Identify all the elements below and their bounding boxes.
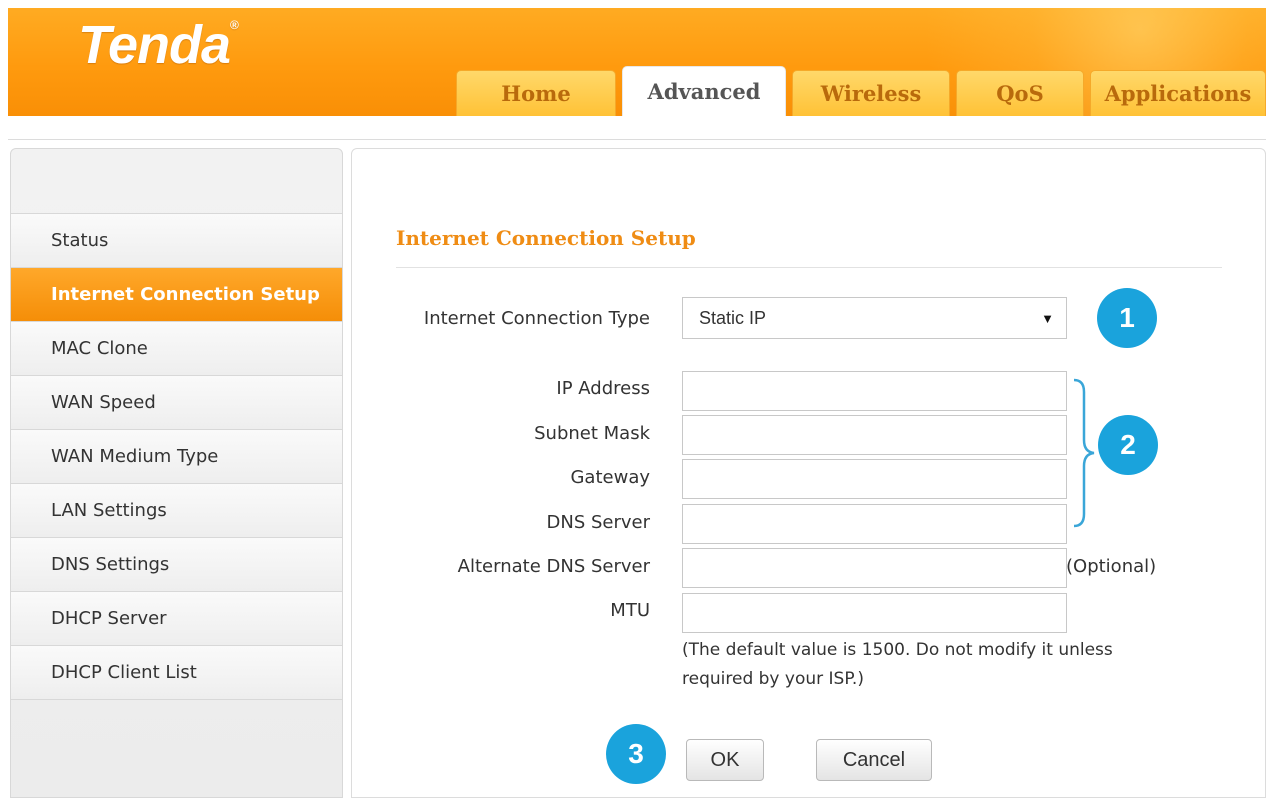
sidebar-item-wan-medium-type[interactable]: WAN Medium Type: [11, 430, 342, 484]
mtu-label: MTU: [610, 600, 650, 621]
page-title: Internet Connection Setup: [396, 226, 696, 250]
registered-mark: ®: [230, 18, 239, 32]
ok-button[interactable]: OK: [686, 739, 764, 781]
sidebar-top-spacer: [11, 149, 342, 214]
tab-qos[interactable]: QoS: [956, 70, 1084, 116]
ip-address-input[interactable]: [682, 371, 1067, 411]
ip-address-label: IP Address: [556, 378, 650, 399]
dns-server-input[interactable]: [682, 504, 1067, 544]
sidebar-item-internet-connection-setup[interactable]: Internet Connection Setup: [11, 268, 342, 322]
gateway-label: Gateway: [570, 467, 650, 488]
tab-advanced[interactable]: Advanced: [622, 66, 786, 116]
alternate-dns-label: Alternate DNS Server: [457, 556, 650, 577]
subnet-mask-input[interactable]: [682, 415, 1067, 455]
dns-server-label: DNS Server: [546, 512, 651, 533]
alternate-dns-input[interactable]: [682, 548, 1067, 588]
sidebar-item-dhcp-client-list[interactable]: DHCP Client List: [11, 646, 342, 700]
logo-text: Tenda: [78, 15, 231, 75]
sidebar-item-dns-settings[interactable]: DNS Settings: [11, 538, 342, 592]
tab-home[interactable]: Home: [456, 70, 616, 116]
mtu-input[interactable]: [682, 593, 1067, 633]
dropdown-arrow-icon: ▼: [1041, 311, 1054, 326]
header-bar: Tenda® Home Advanced Wireless QoS Applic…: [8, 8, 1266, 116]
cancel-button[interactable]: Cancel: [816, 739, 932, 781]
annotation-badge-3: 3: [606, 724, 666, 784]
subheader-strip: [8, 116, 1266, 140]
tab-wireless[interactable]: Wireless: [792, 70, 950, 116]
sidebar: Status Internet Connection Setup MAC Clo…: [10, 148, 343, 798]
connection-type-select[interactable]: Static IP ▼: [682, 297, 1067, 339]
gateway-input[interactable]: [682, 459, 1067, 499]
connection-type-label: Internet Connection Type: [423, 308, 650, 329]
sidebar-item-lan-settings[interactable]: LAN Settings: [11, 484, 342, 538]
tab-applications[interactable]: Applications: [1090, 70, 1266, 116]
sidebar-item-wan-speed[interactable]: WAN Speed: [11, 376, 342, 430]
sidebar-item-dhcp-server[interactable]: DHCP Server: [11, 592, 342, 646]
grouping-brace-icon: [1073, 378, 1095, 528]
sidebar-item-mac-clone[interactable]: MAC Clone: [11, 322, 342, 376]
subnet-mask-label: Subnet Mask: [534, 423, 650, 444]
annotation-badge-1: 1: [1097, 288, 1157, 348]
optional-note: (Optional): [1066, 556, 1157, 577]
title-divider: [396, 267, 1222, 268]
annotation-badge-2: 2: [1098, 415, 1158, 475]
tenda-logo: Tenda®: [78, 14, 239, 76]
connection-type-value: Static IP: [699, 307, 767, 328]
mtu-hint: (The default value is 1500. Do not modif…: [682, 640, 1113, 689]
sidebar-item-status[interactable]: Status: [11, 214, 342, 268]
